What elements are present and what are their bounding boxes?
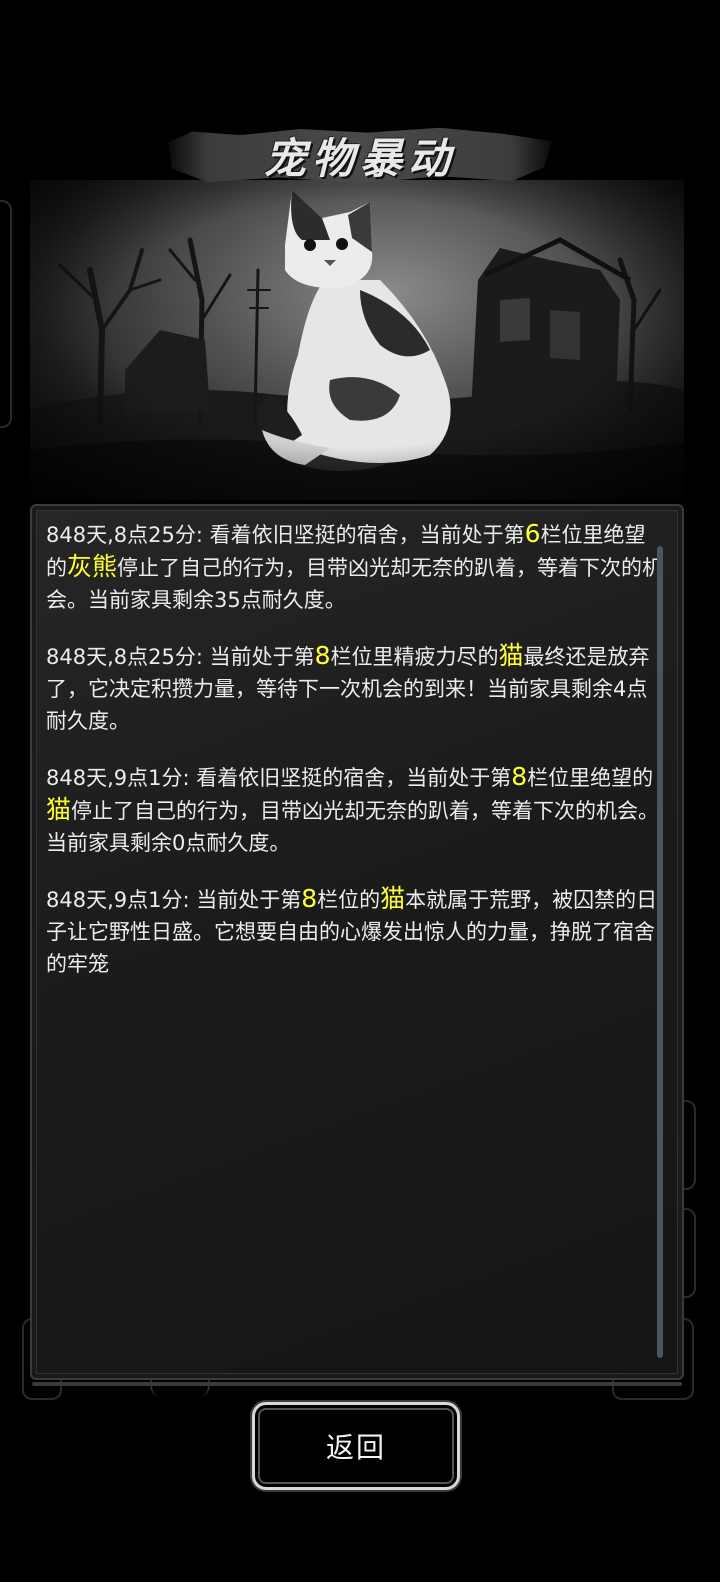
log-entry: 848天,9点1分: 当前处于第8栏位的猫本就属于荒野，被囚禁的日子让它野性日盛… bbox=[46, 883, 666, 980]
ruins-cat-picture bbox=[30, 180, 684, 500]
pet-name: 猫 bbox=[498, 641, 524, 670]
cat-illustration bbox=[30, 180, 684, 500]
slot-number: 6 bbox=[524, 519, 541, 548]
dialog-title: 宠物暴动 bbox=[263, 133, 456, 183]
pet-name: 猫 bbox=[380, 884, 406, 913]
log-entry-text: 停止了自己的行为，目带凶光却无奈的趴着，等着下次的机会。当前家具剩余0点耐久度。 bbox=[46, 799, 660, 855]
slot-number: 8 bbox=[314, 641, 331, 670]
slot-number: 8 bbox=[301, 884, 318, 913]
back-button[interactable]: 返回 bbox=[252, 1402, 460, 1490]
log-entry-text: 栏位的 bbox=[317, 888, 381, 912]
pet-name: 猫 bbox=[46, 795, 72, 824]
log-entry: 848天,9点1分: 看着依旧坚挺的宿舍，当前处于第8栏位里绝望的猫停止了自己的… bbox=[46, 761, 666, 859]
log-entry-text: 848天,9点1分: 看着依旧坚挺的宿舍，当前处于第 bbox=[46, 766, 512, 790]
log-entry: 848天,8点25分: 看着依旧坚挺的宿舍，当前处于第6栏位里绝望的灰熊停止了自… bbox=[46, 518, 666, 616]
log-entry-text: 848天,9点1分: 当前处于第 bbox=[46, 888, 302, 912]
log-scrollbar[interactable] bbox=[657, 546, 663, 1358]
slot-number: 8 bbox=[511, 762, 528, 791]
event-log-panel[interactable]: 848天,8点25分: 看着依旧坚挺的宿舍，当前处于第6栏位里绝望的灰熊停止了自… bbox=[30, 504, 684, 1386]
log-entry: 848天,8点25分: 当前处于第8栏位里精疲力尽的猫最终还是放弃了，它决定积攒… bbox=[46, 640, 666, 737]
pet-name: 灰熊 bbox=[67, 552, 118, 581]
log-entry-text: 停止了自己的行为，目带凶光却无奈的趴着，等着下次的机会。当前家具剩余35点耐久度… bbox=[46, 556, 664, 612]
log-entry-text: 848天,8点25分: 当前处于第 bbox=[46, 645, 315, 669]
log-entry-text: 栏位里精疲力尽的 bbox=[330, 645, 499, 669]
event-log-list[interactable]: 848天,8点25分: 看着依旧坚挺的宿舍，当前处于第6栏位里绝望的灰熊停止了自… bbox=[46, 518, 666, 1358]
log-entry-text: 栏位里绝望的 bbox=[527, 766, 654, 790]
log-entry-text: 848天,8点25分: 看着依旧坚挺的宿舍，当前处于第 bbox=[46, 523, 525, 547]
background-panel-left bbox=[0, 200, 12, 428]
